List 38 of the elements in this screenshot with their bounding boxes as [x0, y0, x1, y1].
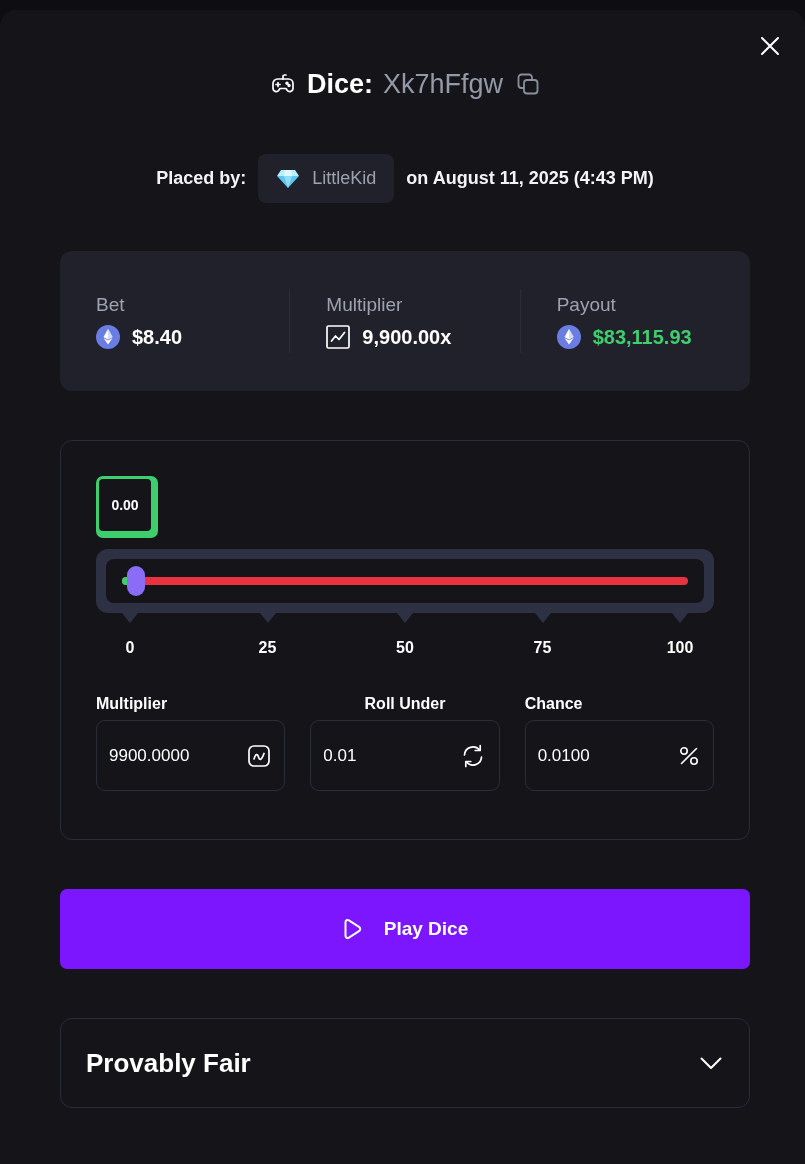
bet-id: Xk7hFfgw [383, 68, 504, 100]
tick-label: 50 [396, 639, 414, 657]
roll-under-field[interactable]: 0.01 [310, 720, 500, 791]
placed-date: on August 11, 2025 (4:43 PM) [406, 168, 654, 189]
tick-label: 25 [258, 639, 277, 657]
chance-field[interactable]: 0.0100 [524, 720, 714, 791]
stat-label: Payout [556, 293, 616, 316]
slider-thumb[interactable] [127, 566, 146, 596]
field-label: Chance [524, 695, 583, 713]
tick-label: 100 [666, 639, 694, 657]
stat-value: $83,115.93 [592, 324, 692, 349]
user-chip[interactable]: LittleKid [258, 154, 395, 203]
eth-coin-icon [96, 324, 120, 349]
result-marker: 0.00 [96, 476, 158, 538]
gamepad-icon [270, 74, 295, 94]
trend-icon [248, 744, 271, 767]
provably-fair-toggle[interactable]: Provably Fair [60, 1018, 750, 1108]
diamond-icon [276, 168, 301, 189]
close-icon [761, 37, 779, 55]
copy-icon[interactable] [517, 73, 540, 95]
field-label: Roll Under [364, 695, 446, 713]
stat-label: Bet [96, 293, 125, 316]
stat-value: $8.40 [132, 324, 183, 349]
play-button[interactable]: Play Dice [60, 889, 750, 969]
slider-track[interactable] [122, 566, 688, 596]
close-button[interactable] [761, 37, 779, 55]
eth-coin-icon [556, 324, 581, 349]
multiplier-field[interactable]: 9900.0000 [96, 720, 286, 791]
chart-icon [326, 324, 351, 349]
placed-by-label: Placed by: [156, 168, 247, 189]
tick-label: 75 [533, 639, 552, 657]
field-label: Multiplier [96, 695, 168, 713]
chevron-icon [700, 1056, 722, 1070]
game-title: Dice: [306, 68, 373, 100]
tick-label: 0 [125, 639, 135, 657]
percent-icon [679, 745, 699, 766]
stat-label: Multiplier [326, 293, 403, 316]
stat-value: 9,900.00x [362, 324, 452, 349]
